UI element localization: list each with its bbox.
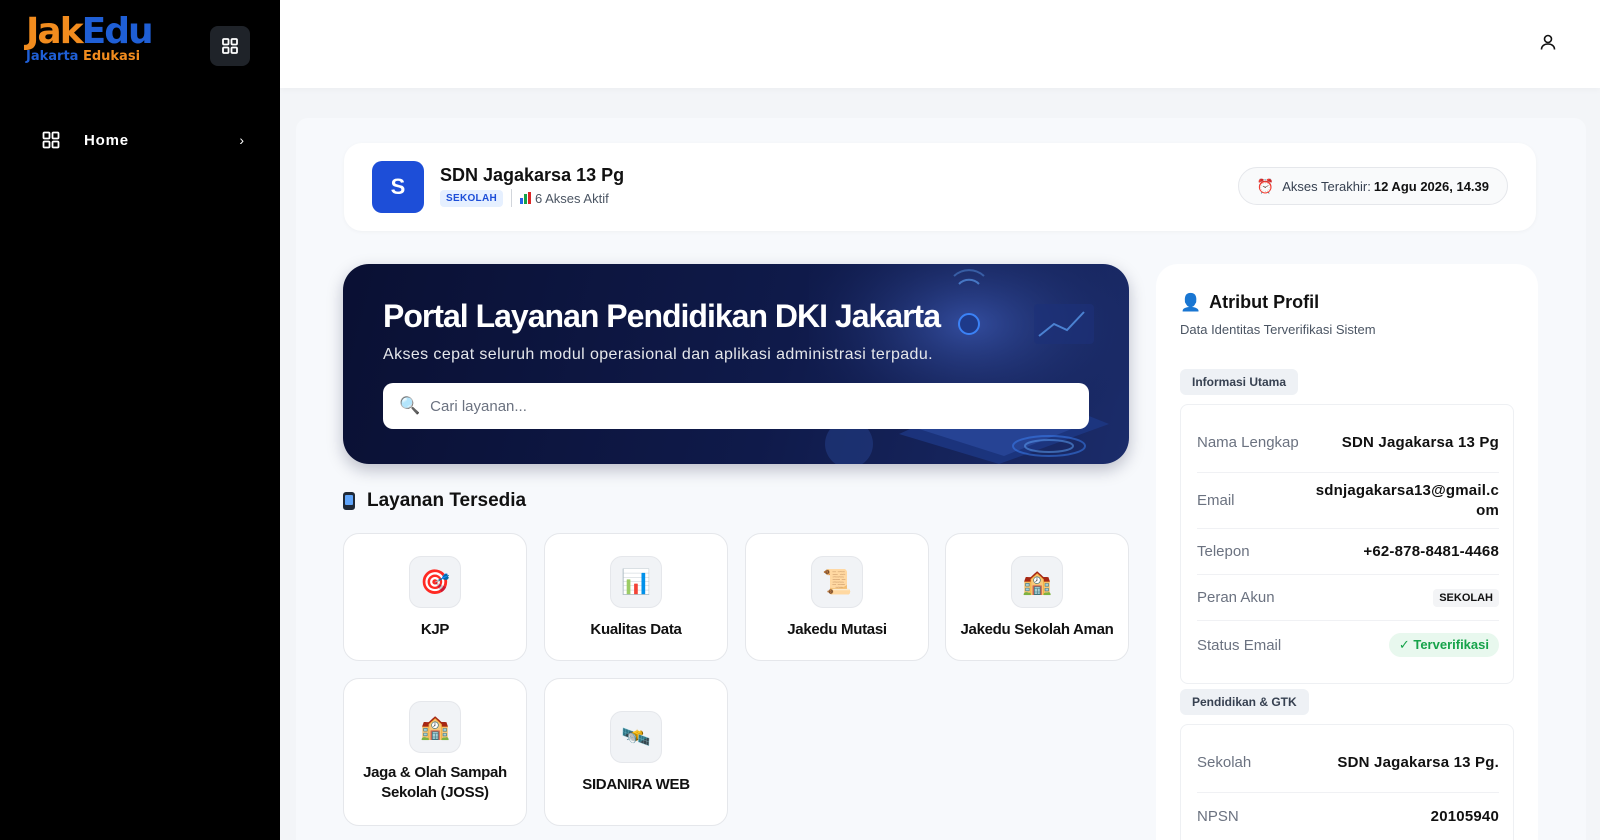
- service-card-sidanira-web[interactable]: 🛰️ SIDANIRA WEB: [544, 678, 728, 826]
- logo-tagline: Jakarta Edukasi: [26, 49, 141, 64]
- row-npsn: NPSN 20105940: [1197, 807, 1499, 825]
- logo-wordmark: JakEdu: [26, 11, 154, 52]
- school-avatar: S: [372, 161, 424, 213]
- service-label: Kualitas Data: [590, 621, 682, 638]
- service-search-box: 🔍: [383, 383, 1089, 429]
- service-card-kjp[interactable]: 🎯 KJP: [343, 533, 527, 661]
- group-label-education: Pendidikan & GTK: [1180, 689, 1309, 715]
- role-badge: SEKOLAH: [440, 189, 503, 207]
- school-icon: 🏫: [1011, 556, 1063, 608]
- group-label-main-info: Informasi Utama: [1180, 369, 1299, 395]
- profile-subtitle: Data Identitas Terverifikasi Sistem: [1180, 322, 1376, 337]
- top-bar: [280, 0, 1600, 88]
- school-value: SDN Jagakarsa 13 Pg.: [1337, 754, 1499, 771]
- hero-subtitle: Akses cepat seluruh modul operasional da…: [383, 346, 933, 363]
- service-card-joss[interactable]: 🏫 Jaga & Olah Sampah Sekolah (JOSS): [343, 678, 527, 826]
- hero-banner: Portal Layanan Pendidikan DKI Jakarta Ak…: [343, 264, 1129, 464]
- service-label: Jakedu Mutasi: [787, 621, 887, 638]
- profile-attributes-panel: 👤 Atribut Profil Data Identitas Terverif…: [1156, 264, 1538, 840]
- verified-badge: ✓ Terverifikasi: [1388, 633, 1499, 657]
- row-phone: Telepon +62-878-8481-4468: [1197, 529, 1499, 575]
- email-value: sdnjagakarsa13@gmail.com: [1315, 481, 1499, 519]
- user-menu-button[interactable]: [1536, 30, 1560, 54]
- school-name: SDN Jagakarsa 13 Pg: [440, 165, 625, 185]
- person-icon: 👤: [1180, 292, 1202, 312]
- education-box: Sekolah SDN Jagakarsa 13 Pg. NPSN 201059…: [1180, 724, 1514, 840]
- grid-icon: [42, 131, 60, 149]
- target-icon: 🎯: [409, 556, 461, 608]
- service-card-jakedu-mutasi[interactable]: 📜 Jakedu Mutasi: [745, 533, 929, 661]
- scroll-icon: 📜: [811, 556, 863, 608]
- last-access-pill: ⏰ Akses Terakhir: 12 Agu 2026, 14.39: [1237, 167, 1508, 205]
- alarm-clock-icon: ⏰: [1256, 177, 1275, 194]
- service-card-jakedu-sekolah-aman[interactable]: 🏫 Jakedu Sekolah Aman: [945, 533, 1129, 661]
- mobile-phone-icon: [343, 492, 355, 510]
- school-summary-card: S SDN Jagakarsa 13 Pg SEKOLAH 6 Akses Ak…: [344, 143, 1536, 231]
- profile-title: 👤 Atribut Profil: [1180, 292, 1320, 312]
- row-email-status: Status Email ✓ Terverifikasi: [1197, 621, 1499, 669]
- jakedu-logo[interactable]: JakEdu Jakarta Edukasi: [26, 11, 154, 68]
- services-heading: Layanan Tersedia: [343, 490, 526, 512]
- row-full-name: Nama Lengkap SDN Jagakarsa 13 Pg: [1197, 413, 1499, 473]
- row-email: Email sdnjagakarsa13@gmail.com: [1197, 473, 1499, 529]
- search-icon: 🔍: [399, 396, 421, 415]
- row-account-role: Peran Akun SEKOLAH: [1197, 575, 1499, 621]
- chevron-right-icon: ›: [239, 132, 244, 148]
- row-school: Sekolah SDN Jagakarsa 13 Pg.: [1197, 733, 1499, 793]
- main-info-box: Nama Lengkap SDN Jagakarsa 13 Pg Email s…: [1180, 404, 1514, 684]
- hero-illustration: [809, 264, 1129, 464]
- sidebar-item-label: Home: [84, 131, 129, 149]
- phone-value: +62-878-8481-4468: [1363, 543, 1499, 560]
- service-search-input[interactable]: [430, 397, 1071, 415]
- satellite-icon: 🛰️: [610, 711, 662, 763]
- service-label: KJP: [420, 621, 450, 638]
- service-label: Jaga & Olah Sampah Sekolah (JOSS): [363, 764, 507, 801]
- full-name-value: SDN Jagakarsa 13 Pg: [1341, 434, 1499, 451]
- sidebar-item-home[interactable]: Home ›: [32, 124, 252, 156]
- account-role-badge: SEKOLAH: [1433, 588, 1499, 607]
- sidebar-toggle-button[interactable]: [210, 26, 250, 66]
- active-access-count: 6 Akses Aktif: [520, 191, 609, 206]
- grid-icon: [222, 38, 238, 54]
- divider: [511, 189, 512, 207]
- bar-chart-icon: [520, 192, 531, 204]
- school-meta: SEKOLAH 6 Akses Aktif: [440, 189, 609, 207]
- bar-chart-icon: 📊: [610, 556, 662, 608]
- service-card-kualitas-data[interactable]: 📊 Kualitas Data: [544, 533, 728, 661]
- school-icon: 🏫: [409, 701, 461, 753]
- hero-title: Portal Layanan Pendidikan DKI Jakarta: [383, 298, 941, 334]
- sidebar: JakEdu Jakarta Edukasi Home ›: [0, 0, 280, 840]
- user-icon: [1540, 34, 1556, 50]
- service-label: SIDANIRA WEB: [582, 776, 690, 793]
- service-label: Jakedu Sekolah Aman: [960, 621, 1114, 638]
- npsn-value: 20105940: [1430, 807, 1499, 825]
